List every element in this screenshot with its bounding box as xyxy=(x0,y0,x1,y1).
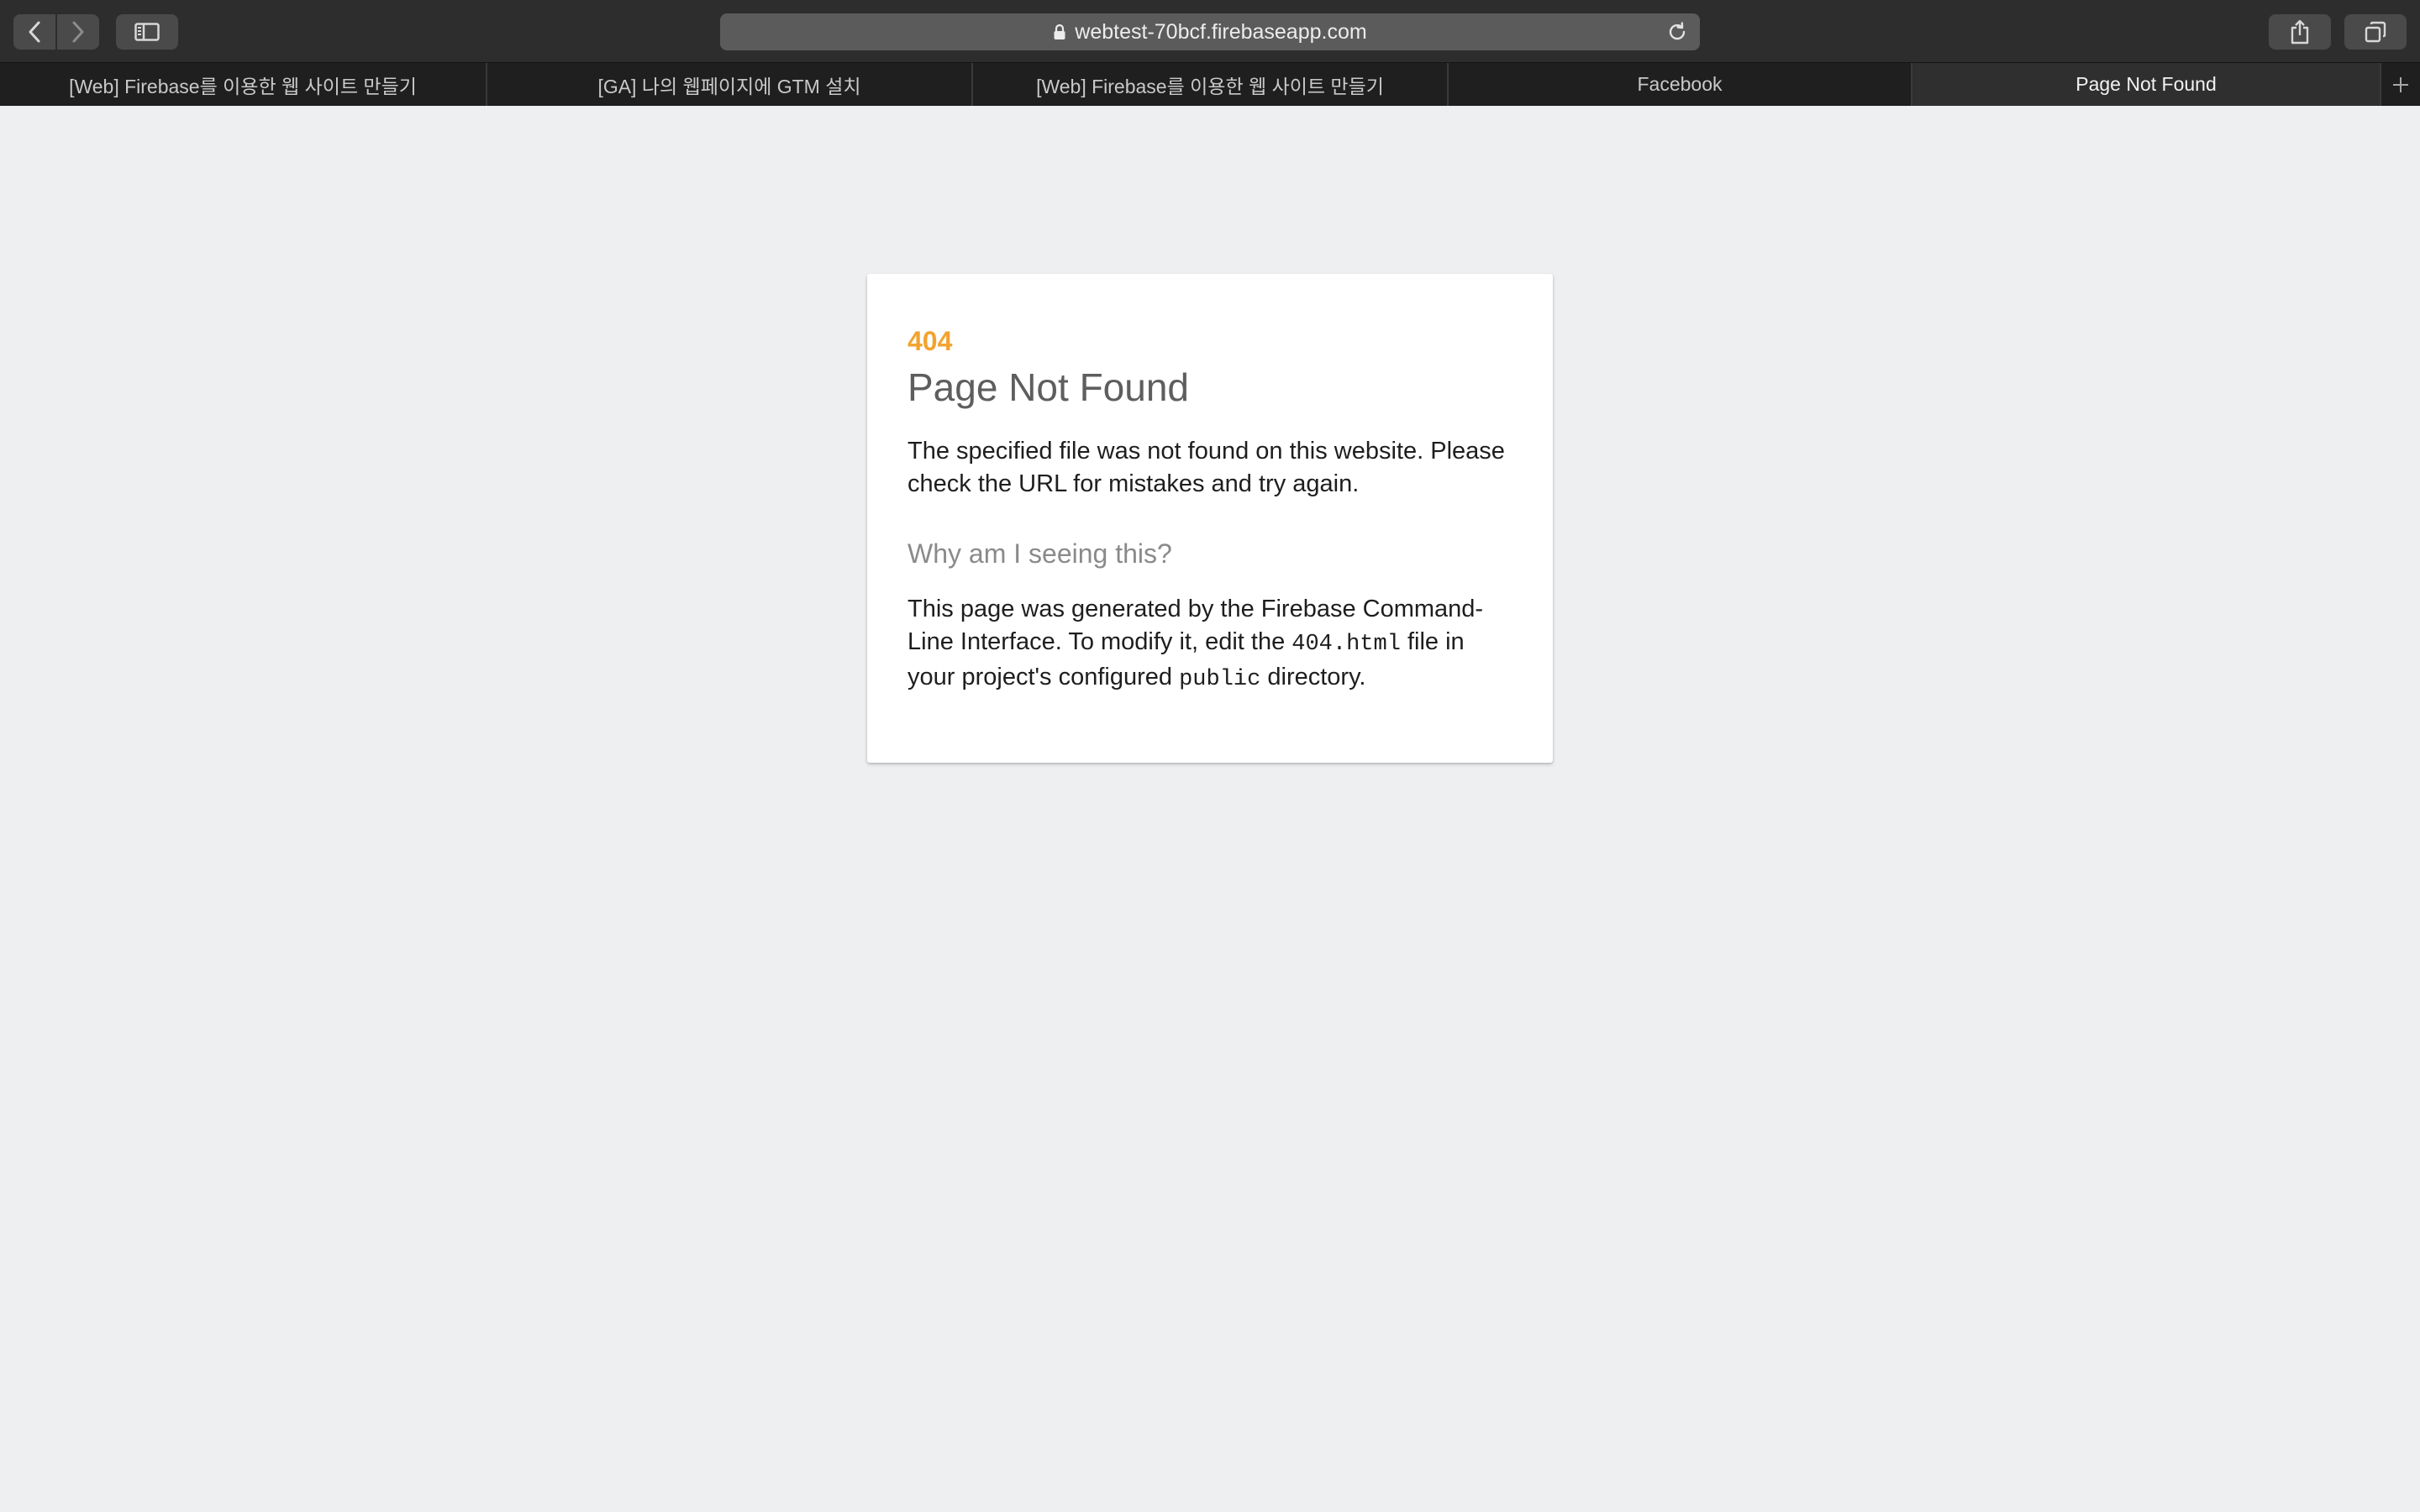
sidebar-icon xyxy=(134,23,160,41)
error-card: 404 Page Not Found The specified file wa… xyxy=(867,274,1553,763)
new-tab-button[interactable] xyxy=(2381,63,2420,106)
error-message: The specified file was not found on this… xyxy=(908,438,1505,497)
tab-facebook[interactable]: Facebook xyxy=(1449,63,1912,106)
why-heading: Why am I seeing this? xyxy=(908,538,1172,569)
page-title: Page Not Found xyxy=(908,365,1190,409)
browser-window: webtest-70bcf.firebaseapp.com [Web] Fire xyxy=(0,0,2420,1512)
file-name-code: 404.html xyxy=(1292,632,1401,657)
tab-label: Page Not Found xyxy=(2075,73,2217,95)
tab-label: [Web] Firebase를 이용한 웹 사이트 만들기 xyxy=(1036,75,1384,97)
chevron-left-icon xyxy=(29,21,40,43)
forward-button[interactable] xyxy=(57,14,99,50)
tabs-overview-button[interactable] xyxy=(2344,14,2407,50)
plus-icon xyxy=(2393,76,2408,92)
share-button[interactable] xyxy=(2269,14,2331,50)
page-viewport: 404 Page Not Found The specified file wa… xyxy=(0,106,2420,1512)
tab-label: [Web] Firebase를 이용한 웹 사이트 만들기 xyxy=(69,75,417,97)
tab-bar: [Web] Firebase를 이용한 웹 사이트 만들기 [GA] 나의 웹페… xyxy=(0,62,2420,106)
browser-toolbar: webtest-70bcf.firebaseapp.com xyxy=(0,0,2420,62)
tab-page-not-found[interactable]: Page Not Found xyxy=(1912,63,2381,106)
nav-button-group xyxy=(13,14,99,50)
tab-label: Facebook xyxy=(1637,73,1723,95)
share-icon xyxy=(2291,19,2309,45)
reload-icon[interactable] xyxy=(1666,21,1688,43)
lock-icon xyxy=(1054,24,1065,39)
sidebar-button[interactable] xyxy=(116,14,178,50)
tab-firebase-1[interactable]: [Web] Firebase를 이용한 웹 사이트 만들기 xyxy=(0,63,487,106)
tab-ga-gtm[interactable]: [GA] 나의 웹페이지에 GTM 설치 xyxy=(487,63,973,106)
explanation-text: This page was generated by the Firebase … xyxy=(908,593,1512,696)
back-button[interactable] xyxy=(13,14,55,50)
tabs-overview-icon xyxy=(2365,21,2386,43)
address-bar[interactable]: webtest-70bcf.firebaseapp.com xyxy=(720,13,1700,50)
chevron-right-icon xyxy=(72,21,84,43)
tab-label: [GA] 나의 웹페이지에 GTM 설치 xyxy=(597,75,861,97)
error-code: 404 xyxy=(908,326,953,356)
url-display: webtest-70bcf.firebaseapp.com xyxy=(720,13,1700,50)
tab-firebase-2[interactable]: [Web] Firebase를 이용한 웹 사이트 만들기 xyxy=(973,63,1449,106)
desc-part-3: directory. xyxy=(1260,664,1366,690)
url-text: webtest-70bcf.firebaseapp.com xyxy=(1075,19,1367,44)
directory-name-code: public xyxy=(1179,667,1261,692)
